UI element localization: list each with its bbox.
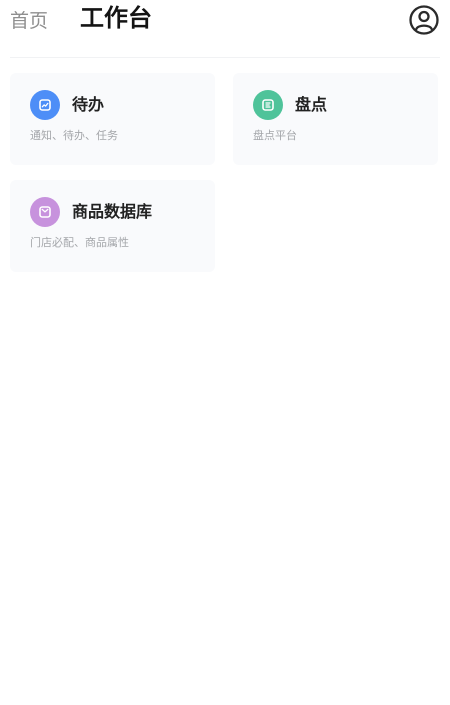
database-subtitle: 门店必配、商品属性 (30, 236, 129, 249)
header-divider (10, 57, 440, 58)
todo-title: 待办 (72, 95, 105, 114)
tab-workbench[interactable]: 工作台 (80, 3, 152, 33)
tab-home[interactable]: 首页 (10, 8, 48, 34)
user-circle-icon (409, 5, 439, 35)
inventory-icon (253, 90, 283, 120)
todo-subtitle: 通知、待办、任务 (30, 129, 118, 142)
database-icon (30, 197, 60, 227)
user-profile-button[interactable] (407, 3, 441, 37)
app-header: 首页 工作台 (0, 0, 450, 44)
inventory-card[interactable]: 盘点 盘点平台 (233, 73, 438, 165)
inventory-title: 盘点 (295, 95, 328, 114)
inventory-subtitle: 盘点平台 (253, 129, 297, 142)
todo-card[interactable]: 待办 通知、待办、任务 (10, 73, 215, 165)
database-card[interactable]: 商品数据库 门店必配、商品属性 (10, 180, 215, 272)
todo-icon (30, 90, 60, 120)
database-title: 商品数据库 (72, 202, 153, 221)
